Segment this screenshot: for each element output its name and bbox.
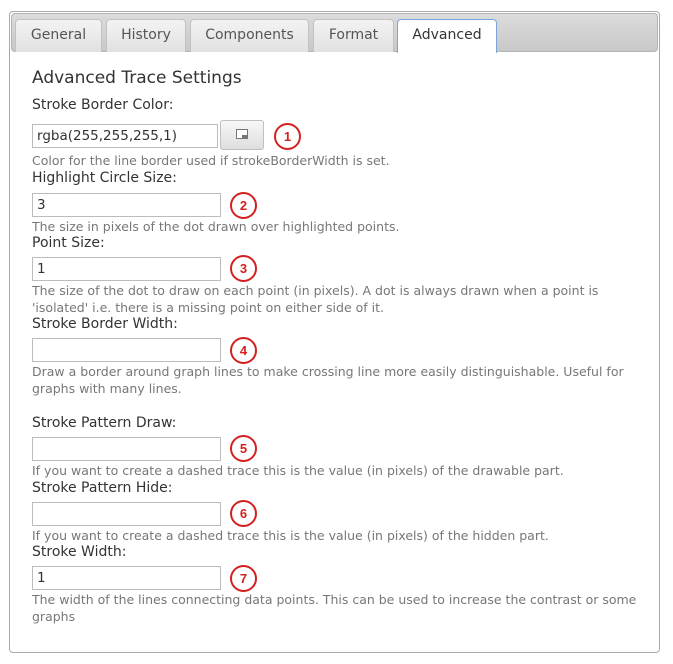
stroke-border-color-label: Stroke Border Color:	[32, 97, 174, 113]
highlight-circle-size-label: Highlight Circle Size:	[32, 170, 177, 186]
callout-badge-6: 6	[230, 500, 257, 527]
stroke-border-width-label: Stroke Border Width:	[32, 316, 178, 332]
stroke-border-width-input[interactable]	[32, 338, 221, 362]
callout-badge-7: 7	[230, 565, 257, 592]
stroke-pattern-hide-input[interactable]	[32, 502, 221, 526]
tab-general[interactable]: General	[15, 19, 102, 52]
callout-badge-1: 1	[274, 123, 301, 150]
tab-components[interactable]: Components	[190, 19, 309, 52]
highlight-circle-size-input[interactable]: 3	[32, 193, 221, 217]
stroke-border-width-description: Draw a border around graph lines to make…	[32, 364, 624, 396]
point-size-label: Point Size:	[32, 235, 105, 251]
tab-format[interactable]: Format	[313, 19, 394, 52]
point-size-input[interactable]: 1	[32, 257, 221, 281]
callout-badge-4: 4	[230, 337, 257, 364]
point-size-description: The size of the dot to draw on each poin…	[32, 283, 599, 315]
stroke-pattern-draw-input[interactable]	[32, 437, 221, 461]
tab-history[interactable]: History	[106, 19, 186, 52]
stroke-pattern-hide-description: If you want to create a dashed trace thi…	[32, 528, 549, 543]
stroke-pattern-draw-description: If you want to create a dashed trace thi…	[32, 463, 564, 478]
tab-advanced[interactable]: Advanced	[397, 19, 497, 53]
stroke-width-description: The width of the lines connecting data p…	[32, 592, 637, 624]
stroke-width-input[interactable]: 1	[32, 566, 221, 590]
stroke-pattern-draw-label: Stroke Pattern Draw:	[32, 415, 177, 431]
highlight-circle-size-description: The size in pixels of the dot drawn over…	[32, 219, 400, 234]
color-picker-button[interactable]	[220, 120, 264, 150]
callout-badge-3: 3	[230, 255, 257, 282]
stroke-pattern-hide-label: Stroke Pattern Hide:	[32, 480, 173, 496]
stroke-border-color-description: Color for the line border used if stroke…	[32, 153, 390, 168]
page-title: Advanced Trace Settings	[32, 68, 242, 88]
callout-badge-2: 2	[230, 192, 257, 219]
stroke-border-color-input[interactable]: rgba(255,255,255,1)	[32, 124, 218, 148]
stroke-width-label: Stroke Width:	[32, 544, 127, 560]
callout-badge-5: 5	[230, 435, 257, 462]
color-picker-icon	[236, 129, 248, 139]
